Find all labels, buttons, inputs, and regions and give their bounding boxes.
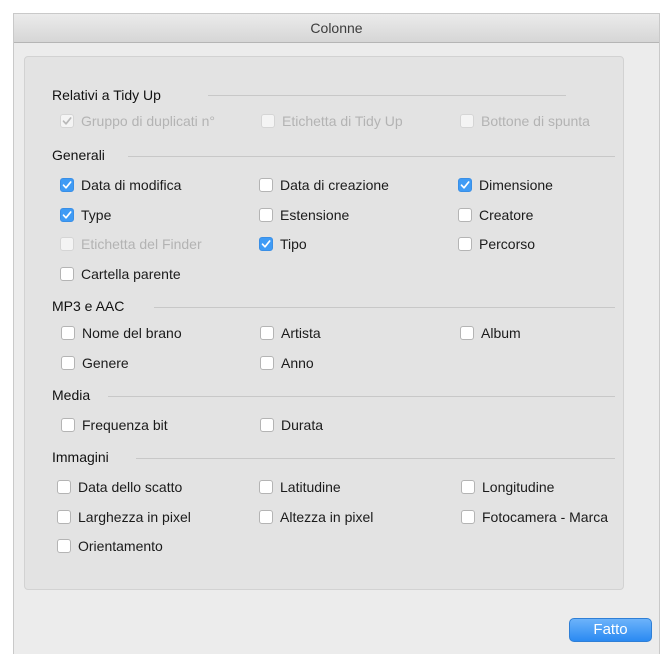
option-label: Creatore (479, 207, 534, 223)
checkbox[interactable] (61, 356, 75, 370)
option-duplicate-group[interactable]: Gruppo di duplicati n° (60, 111, 215, 131)
option-artist[interactable]: Artista (260, 323, 321, 343)
window-title: Colonne (14, 14, 659, 43)
checkbox[interactable] (57, 539, 71, 553)
checkbox[interactable] (260, 418, 274, 432)
option-type[interactable]: Type (60, 205, 111, 225)
option-path[interactable]: Percorso (458, 234, 535, 254)
option-bitrate[interactable]: Frequenza bit (61, 415, 168, 435)
option-extension[interactable]: Estensione (259, 205, 349, 225)
option-label: Frequenza bit (82, 417, 168, 433)
option-pixel-height[interactable]: Altezza in pixel (259, 507, 373, 527)
option-label: Gruppo di duplicati n° (81, 113, 216, 129)
option-label: Etichetta di Tidy Up (282, 113, 403, 129)
option-label: Latitudine (280, 479, 341, 495)
checkbox[interactable] (61, 418, 75, 432)
option-creation-date[interactable]: Data di creazione (259, 175, 389, 195)
option-pixel-width[interactable]: Larghezza in pixel (57, 507, 191, 527)
option-kind[interactable]: Tipo (259, 234, 307, 254)
checkbox[interactable] (259, 480, 273, 494)
option-modified-date[interactable]: Data di modifica (60, 175, 181, 195)
checkbox[interactable] (259, 237, 273, 251)
option-label: Estensione (280, 207, 350, 223)
option-label: Altezza in pixel (280, 509, 374, 525)
section-divider (154, 307, 615, 308)
checkmark-icon (62, 117, 72, 125)
checkbox[interactable] (259, 510, 273, 524)
option-track-name[interactable]: Nome del brano (61, 323, 182, 343)
checkbox[interactable] (259, 208, 273, 222)
checkbox[interactable] (261, 114, 275, 128)
checkbox[interactable] (260, 356, 274, 370)
option-label: Tipo (280, 236, 307, 252)
option-album[interactable]: Album (460, 323, 521, 343)
option-parent-folder[interactable]: Cartella parente (60, 264, 181, 284)
checkmark-icon (62, 181, 72, 189)
section-title-mp3-aac: MP3 e AAC (52, 298, 125, 314)
checkbox[interactable] (458, 208, 472, 222)
option-label: Anno (281, 355, 314, 371)
section-title-general: Generali (52, 147, 105, 163)
checkbox[interactable] (260, 326, 274, 340)
option-label: Cartella parente (81, 266, 181, 282)
checkbox[interactable] (60, 178, 74, 192)
option-label: Bottone di spunta (481, 113, 590, 129)
option-label: Longitudine (482, 479, 555, 495)
option-label: Data di creazione (280, 177, 389, 193)
option-year[interactable]: Anno (260, 353, 314, 373)
option-tidy-up-label[interactable]: Etichetta di Tidy Up (261, 111, 403, 131)
checkbox[interactable] (60, 267, 74, 281)
checkbox[interactable] (458, 178, 472, 192)
option-duration[interactable]: Durata (260, 415, 323, 435)
checkbox[interactable] (259, 178, 273, 192)
option-label: Etichetta del Finder (81, 236, 202, 252)
section-divider (208, 95, 566, 96)
checkbox[interactable] (61, 326, 75, 340)
section-title-images: Immagini (52, 449, 109, 465)
option-label: Genere (82, 355, 129, 371)
section-divider (128, 156, 615, 157)
option-shot-date[interactable]: Data dello scatto (57, 477, 182, 497)
option-label: Fotocamera - Marca (482, 509, 609, 525)
option-label: Data di modifica (81, 177, 182, 193)
option-longitude[interactable]: Longitudine (461, 477, 554, 497)
checkbox[interactable] (60, 114, 74, 128)
option-label: Type (81, 207, 112, 223)
checkbox[interactable] (458, 237, 472, 251)
option-label: Durata (281, 417, 324, 433)
option-label: Artista (281, 325, 321, 341)
option-orientation[interactable]: Orientamento (57, 536, 163, 556)
checkbox[interactable] (60, 208, 74, 222)
checkbox[interactable] (460, 326, 474, 340)
checkbox[interactable] (461, 480, 475, 494)
option-genre[interactable]: Genere (61, 353, 129, 373)
checkmark-icon (261, 240, 271, 248)
done-button[interactable]: Fatto (569, 618, 652, 642)
section-title-tidy-up: Relativi a Tidy Up (52, 87, 161, 103)
option-latitude[interactable]: Latitudine (259, 477, 341, 497)
section-divider (136, 458, 615, 459)
option-creator[interactable]: Creatore (458, 205, 533, 225)
checkbox[interactable] (57, 480, 71, 494)
section-title-media: Media (52, 387, 91, 403)
option-check-button[interactable]: Bottone di spunta (460, 111, 590, 131)
option-label: Orientamento (78, 538, 163, 554)
option-label: Nome del brano (82, 325, 182, 341)
section-divider (108, 396, 615, 397)
checkbox[interactable] (60, 237, 74, 251)
option-camera-make[interactable]: Fotocamera - Marca (461, 507, 608, 527)
checkmark-icon (62, 211, 72, 219)
option-label: Album (481, 325, 521, 341)
checkmark-icon (460, 181, 470, 189)
option-finder-label[interactable]: Etichetta del Finder (60, 234, 202, 254)
option-label: Percorso (479, 236, 536, 252)
option-label: Data dello scatto (78, 479, 183, 495)
checkbox[interactable] (57, 510, 71, 524)
checkbox[interactable] (460, 114, 474, 128)
checkbox[interactable] (461, 510, 475, 524)
option-size[interactable]: Dimensione (458, 175, 553, 195)
option-label: Dimensione (479, 177, 553, 193)
option-label: Larghezza in pixel (78, 509, 191, 525)
